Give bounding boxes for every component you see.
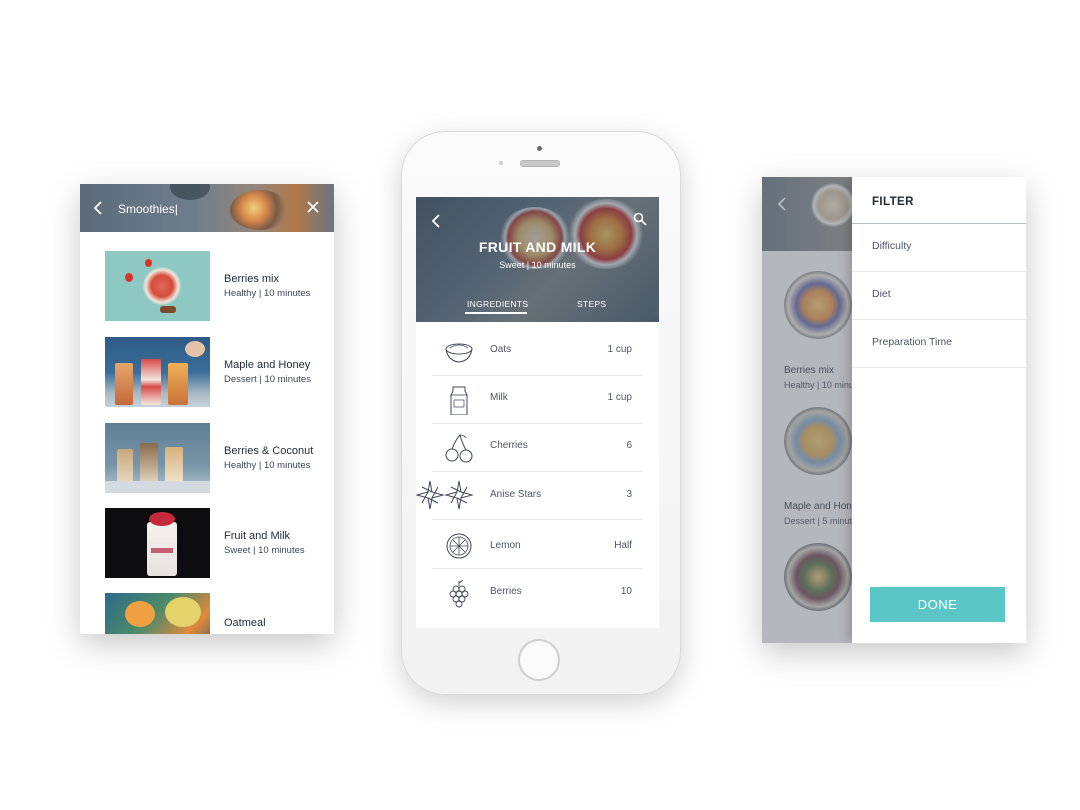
speaker-grille: [520, 160, 560, 167]
recipe-title: FRUIT AND MILK: [478, 239, 597, 255]
cherries-icon: [445, 434, 473, 463]
anise-star-icon: [416, 480, 474, 510]
item-subtitle: Sweet | 10 minutes: [224, 545, 305, 556]
item-title: Berries mix: [224, 273, 280, 285]
close-icon[interactable]: [306, 200, 320, 214]
ingredient-name: Oats: [490, 344, 512, 355]
filter-option-diet[interactable]: Diet: [852, 272, 1026, 320]
recipe-thumbnail: [105, 337, 210, 407]
filter-option-preparation-time[interactable]: Preparation Time: [852, 320, 1026, 368]
tab-steps[interactable]: STEPS: [577, 299, 606, 309]
list-item[interactable]: Oatmeal: [105, 593, 325, 634]
bowl-icon: [445, 343, 473, 363]
list-item[interactable]: Berries & Coconut Healthy | 10 minutes: [105, 423, 325, 495]
ingredient-quantity: 1 cup: [607, 392, 632, 403]
berries-icon: [449, 579, 469, 608]
back-arrow-icon[interactable]: [430, 213, 442, 229]
list-item[interactable]: Fruit and Milk Sweet | 10 minutes: [105, 508, 325, 580]
recipe-detail-screen: FRUIT AND MILK Sweet | 10 minutes INGRED…: [416, 197, 659, 628]
ingredient-name: Berries: [490, 586, 522, 597]
item-title: Fruit and Milk: [224, 530, 291, 542]
filter-title: FILTER: [872, 196, 914, 208]
recipe-thumbnail: [105, 251, 210, 321]
list-item[interactable]: Berries mix Healthy | 10 minutes: [105, 251, 325, 323]
back-arrow-icon[interactable]: [92, 200, 104, 216]
ingredient-row: Oats 1 cup: [432, 327, 642, 376]
search-input[interactable]: Smoothies|: [118, 202, 178, 216]
ingredient-row: Berries 10: [432, 569, 642, 617]
milk-carton-icon: [450, 386, 468, 415]
item-subtitle: Dessert | 10 minutes: [224, 374, 311, 385]
ingredient-row: Cherries 6: [432, 423, 642, 472]
ingredient-name: Lemon: [490, 540, 521, 551]
filter-option-label: Diet: [872, 288, 891, 300]
recipe-thumbnail: [105, 508, 210, 578]
camera-dot: [537, 146, 542, 151]
lemon-icon: [446, 533, 472, 559]
ingredient-name: Anise Stars: [490, 489, 542, 500]
recipe-subtitle: Sweet | 10 minutes: [499, 260, 576, 270]
item-subtitle: Healthy | 10 minutes: [224, 460, 311, 471]
ingredient-quantity: 3: [626, 489, 632, 500]
ingredient-row: Anise Stars 3: [416, 471, 642, 520]
list-item[interactable]: Maple and Honey Dessert | 10 minutes: [105, 337, 325, 409]
filter-option-label: Preparation Time: [872, 336, 952, 348]
filter-option-label: Difficulty: [872, 240, 912, 252]
search-icon[interactable]: [633, 212, 647, 226]
dim-overlay[interactable]: [762, 177, 852, 643]
recipe-thumbnail: [105, 593, 210, 634]
ingredient-quantity: Half: [614, 540, 632, 551]
active-tab-indicator: [465, 312, 527, 314]
front-sensor: [499, 161, 503, 165]
ingredient-quantity: 1 cup: [607, 344, 632, 355]
ingredient-name: Milk: [490, 392, 508, 403]
header-photo: [230, 190, 290, 230]
item-title: Berries & Coconut: [224, 445, 314, 457]
filter-panel: FILTER Difficulty Diet Preparation Time …: [852, 177, 1026, 643]
tab-ingredients[interactable]: INGREDIENTS: [467, 299, 528, 309]
filter-screen: Berries mix Healthy | 10 minutes Maple a…: [762, 177, 1026, 643]
ingredient-quantity: 10: [620, 586, 632, 597]
item-title: Oatmeal: [224, 617, 266, 629]
recipe-thumbnail: [105, 423, 210, 493]
ingredient-row: Lemon Half: [432, 520, 642, 569]
ingredient-row: Milk 1 cup: [432, 375, 642, 424]
home-button[interactable]: [518, 639, 560, 681]
search-results-screen: Smoothies| Berries mix Healthy | 10 minu…: [80, 184, 334, 634]
ingredient-quantity: 6: [626, 440, 632, 451]
done-button[interactable]: DONE: [870, 587, 1005, 622]
ingredient-name: Cherries: [490, 440, 528, 451]
filter-option-difficulty[interactable]: Difficulty: [852, 224, 1026, 272]
item-title: Maple and Honey: [224, 359, 311, 371]
header-photo-shadow: [170, 184, 210, 200]
item-subtitle: Healthy | 10 minutes: [224, 288, 311, 299]
